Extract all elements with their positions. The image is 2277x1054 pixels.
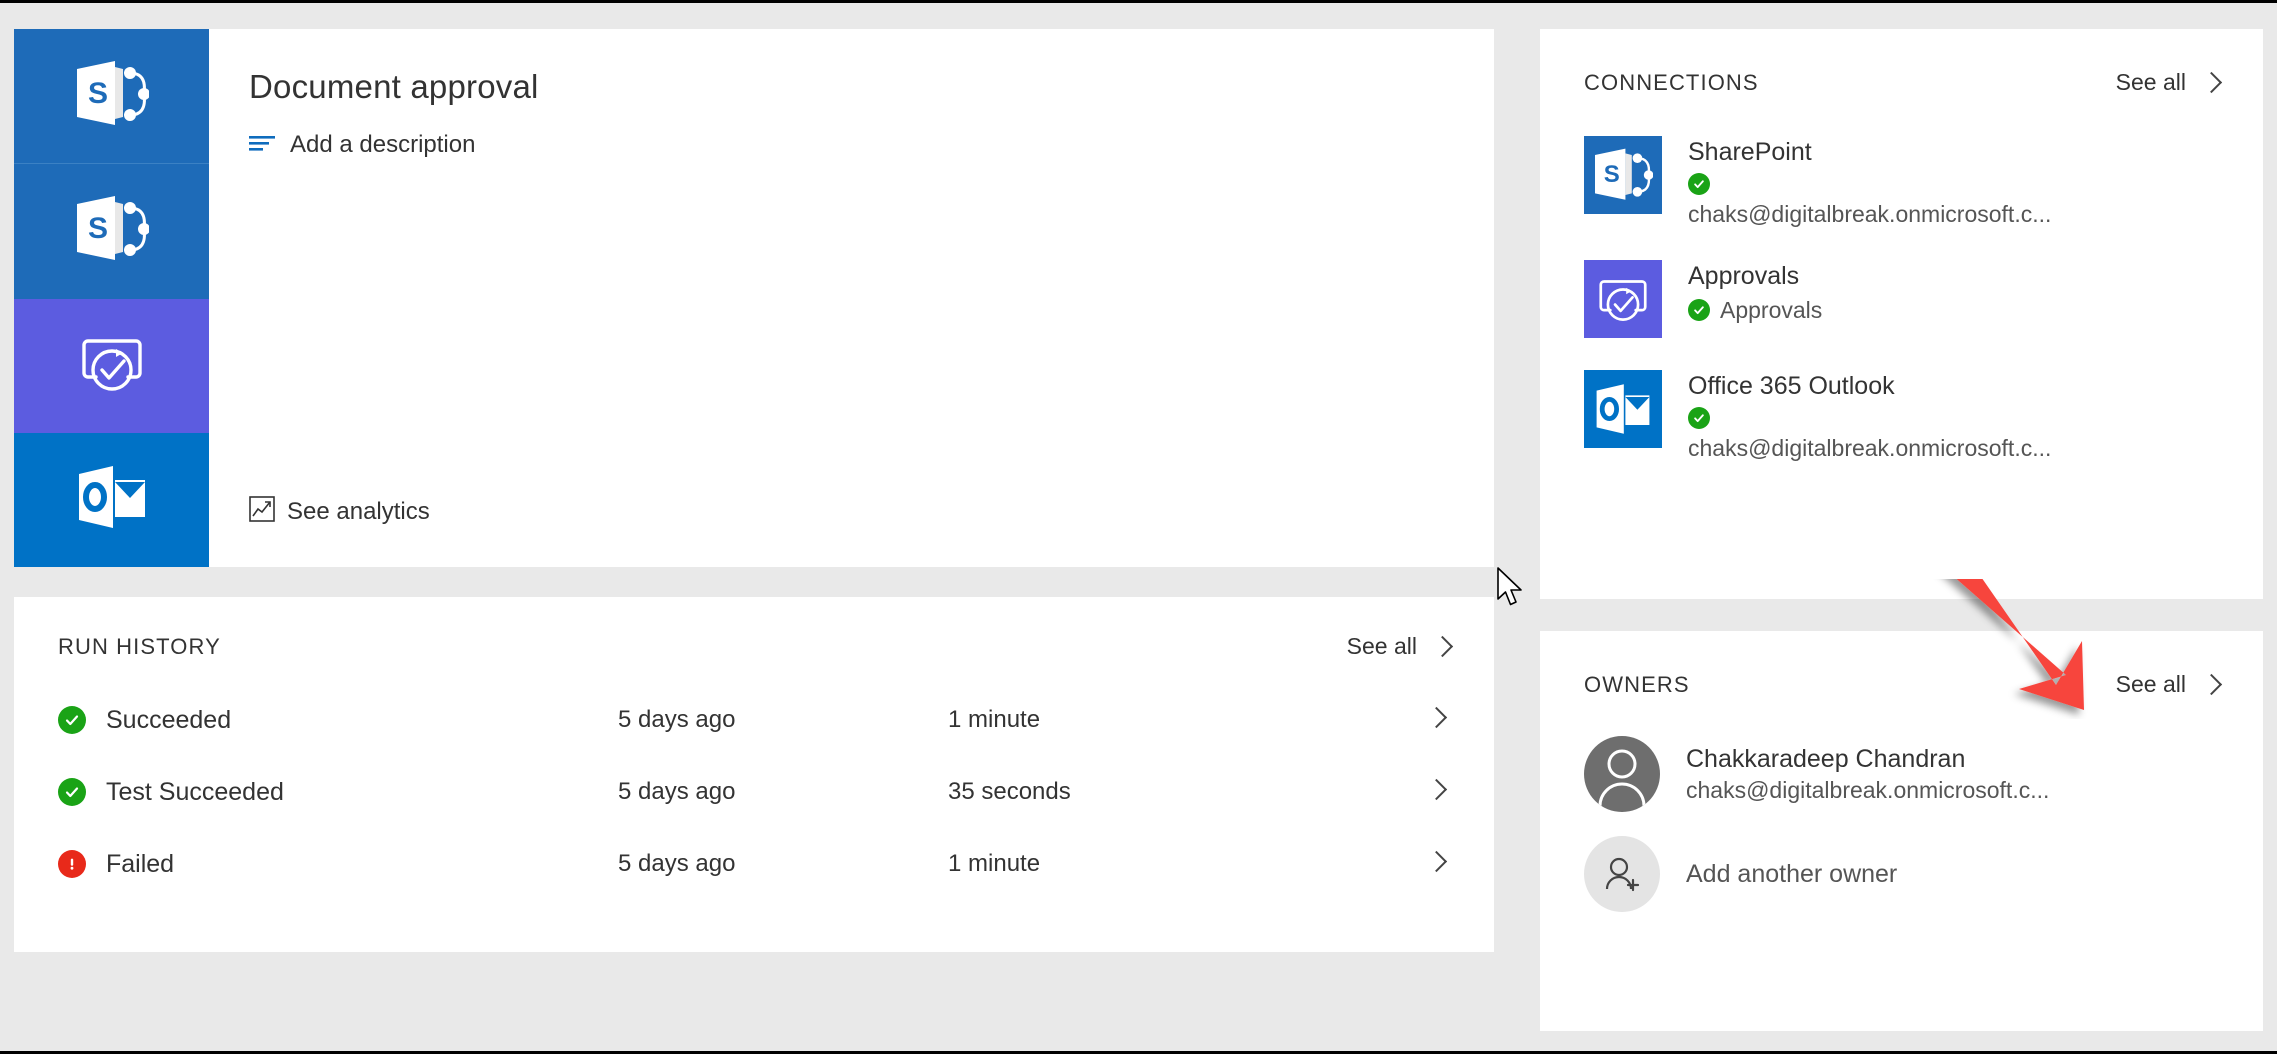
run-status-label: Failed [106,849,175,878]
chevron-right-icon[interactable] [1425,850,1450,874]
see-analytics-label: See analytics [287,497,430,525]
connection-info: Approvals Approvals [1688,260,1822,324]
outlook-icon [1584,369,1662,448]
chevron-right-icon[interactable] [1425,706,1450,730]
owners-title: OWNERS [1584,671,1690,697]
sharepoint-icon-tile-1: S [14,29,209,164]
run-status-cell: Test Succeeded [58,778,618,807]
success-check-icon [1688,172,1710,195]
run-duration-cell: 1 minute [948,850,1041,877]
connection-name: Approvals [1688,261,1800,290]
connection-info: Office 365 Outlook chaks@digitalbreak.on… [1688,370,2051,462]
approvals-icon [76,329,148,402]
sharepoint-icon: S [75,194,150,269]
run-when-cell: 5 days ago [618,778,736,805]
connections-title: CONNECTIONS [1584,69,1759,95]
svg-text:S: S [88,77,108,110]
approvals-icon-tile [14,298,209,433]
outlook-icon [75,462,149,537]
owner-email: chaks@digitalbreak.onmicrosoft.c... [1686,777,2050,804]
chevron-right-icon [2200,673,2223,696]
run-history-card: RUN HISTORY See all Succeeded 5 days ago [14,597,1494,952]
owner-info: Chakkaradeep Chandran chaks@digitalbreak… [1686,744,2049,804]
table-row[interactable]: Test Succeeded 5 days ago 35 seconds [58,756,1450,828]
run-history-title: RUN HISTORY [58,633,221,659]
success-check-icon [1688,406,1710,429]
sharepoint-icon-tile-2: S [14,163,209,299]
owners-see-all-label: See all [2115,671,2186,697]
run-duration-cell: 1 minute [948,706,1041,733]
run-history-see-all-label: See all [1346,633,1417,659]
list-item[interactable]: Approvals Approvals [1584,259,2219,338]
owners-card: OWNERS See all Chakkaradeep Chandran cha… [1540,631,2263,1031]
success-check-icon [58,706,86,734]
connection-account: chaks@digitalbreak.onmicrosoft.c... [1688,434,2052,461]
connection-status [1688,172,2051,195]
connection-account: Approvals [1720,296,1823,323]
connections-list: S SharePoint chaks@digitalbreak.onmicros… [1584,136,2219,462]
list-item[interactable]: Chakkaradeep Chandran chaks@digitalbreak… [1584,736,2219,812]
add-owner-button[interactable]: Add another owner [1584,836,2219,912]
connections-see-all-label: See all [2115,69,2186,95]
connection-account: chaks@digitalbreak.onmicrosoft.c... [1688,200,2052,227]
table-row[interactable]: Succeeded 5 days ago 1 minute [58,684,1450,756]
owners-see-all-button[interactable]: See all [2115,671,2223,698]
chevron-right-icon[interactable] [1425,778,1450,802]
connections-card: CONNECTIONS See all S SharePoint chaks@d… [1540,29,2263,599]
run-duration-cell: 35 seconds [948,778,1071,805]
connection-status: Approvals [1688,297,1822,324]
sharepoint-icon: S [1584,136,1662,214]
connection-info: SharePoint chaks@digitalbreak.onmicrosof… [1688,136,2051,228]
list-item[interactable]: S SharePoint chaks@digitalbreak.onmicros… [1584,136,2219,228]
owners-list: Chakkaradeep Chandran chaks@digitalbreak… [1584,736,2219,912]
error-exclamation-icon [58,850,86,878]
description-lines-icon [249,134,275,157]
add-description-button[interactable]: Add a description [249,131,1494,159]
connections-header: CONNECTIONS See all [1584,69,2223,96]
flow-connector-icon-strip: S S [14,29,209,567]
add-person-icon [1584,836,1660,912]
success-check-icon [58,778,86,806]
run-when-cell: 5 days ago [618,850,736,877]
approvals-icon [1584,259,1662,338]
analytics-chart-icon [249,496,275,527]
run-status-label: Test Succeeded [106,777,284,806]
svg-text:S: S [1604,161,1620,188]
owner-name: Chakkaradeep Chandran [1686,744,1966,773]
mouse-cursor [1496,566,1530,617]
flow-header-card: S S Document approval Add a description … [14,29,1494,567]
add-owner-label: Add another owner [1686,859,1898,888]
chevron-right-icon [2200,71,2223,94]
connection-name: Office 365 Outlook [1688,371,1895,400]
connection-status [1688,406,2051,429]
run-history-see-all-button[interactable]: See all [1346,633,1454,660]
add-description-label: Add a description [290,131,476,159]
sharepoint-icon: S [75,59,150,134]
run-when-cell: 5 days ago [618,706,736,733]
run-status-label: Succeeded [106,705,232,734]
flow-details-page: S S Document approval Add a description … [0,0,2277,1054]
left-column: S S Document approval Add a description … [14,29,1494,952]
list-item[interactable]: Office 365 Outlook chaks@digitalbreak.on… [1584,369,2219,462]
run-status-cell: Failed [58,850,618,879]
run-status-cell: Succeeded [58,706,618,735]
connections-see-all-button[interactable]: See all [2115,69,2223,96]
right-column: CONNECTIONS See all S SharePoint chaks@d… [1540,29,2263,1031]
success-check-icon [1688,299,1710,321]
chevron-right-icon [1431,635,1454,658]
avatar [1584,736,1660,812]
run-history-list: Succeeded 5 days ago 1 minute Test Succe… [58,684,1450,900]
svg-text:S: S [88,212,108,245]
owners-header: OWNERS See all [1584,671,2223,698]
run-history-header: RUN HISTORY See all [58,633,1454,660]
connection-name: SharePoint [1688,138,1812,166]
flow-header-body: Document approval Add a description See … [209,29,1494,567]
page-title: Document approval [249,68,539,105]
see-analytics-button[interactable]: See analytics [249,496,430,527]
table-row[interactable]: Failed 5 days ago 1 minute [58,828,1450,900]
outlook-icon-tile [14,432,209,567]
